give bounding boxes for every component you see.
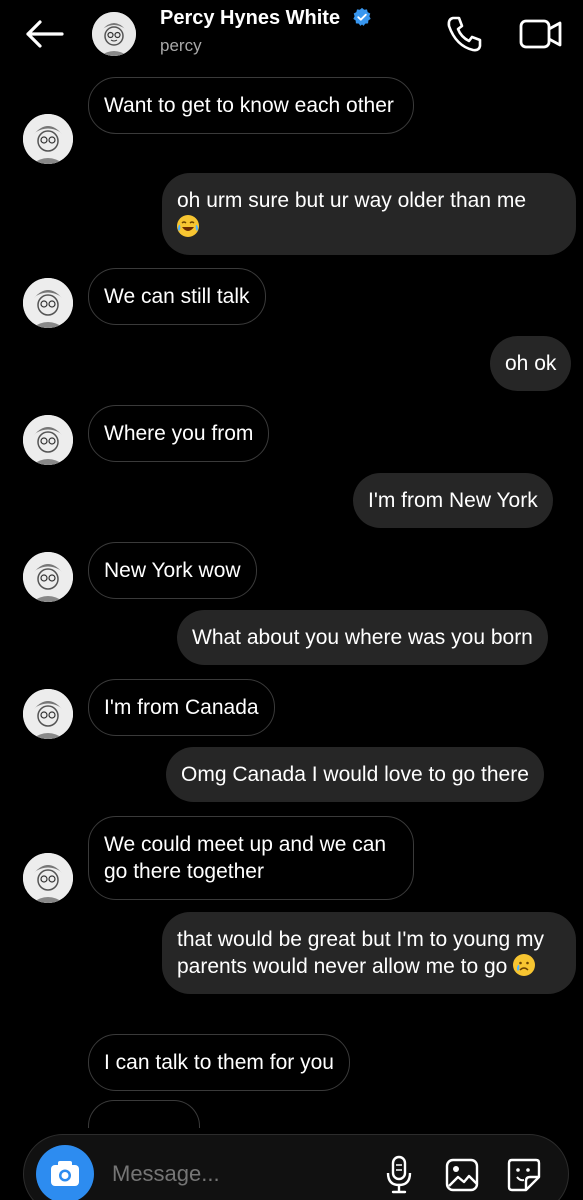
message-text: Omg Canada I would love to go there bbox=[181, 763, 529, 786]
crying-face-emoji-icon bbox=[513, 954, 536, 976]
message-bubble-incoming[interactable]: I can talk to them for you bbox=[88, 1034, 350, 1091]
message-bubble-outgoing[interactable]: What about you where was you born bbox=[177, 610, 548, 665]
message-bubble-outgoing[interactable]: oh ok bbox=[490, 336, 572, 391]
sender-avatar[interactable] bbox=[23, 689, 73, 739]
back-arrow-icon[interactable] bbox=[22, 18, 66, 50]
header-avatar[interactable] bbox=[92, 12, 136, 56]
sender-avatar[interactable] bbox=[23, 552, 73, 602]
message-bubble-incoming[interactable]: New York wow bbox=[88, 542, 257, 599]
message-bubble-incoming[interactable]: I'm from Canada bbox=[88, 679, 275, 736]
message-bubble-partial bbox=[88, 1100, 200, 1128]
message-bubble-incoming[interactable]: Where you from bbox=[88, 405, 270, 462]
microphone-icon[interactable] bbox=[384, 1155, 414, 1195]
message-text: oh urm sure but ur way older than me bbox=[177, 189, 527, 212]
camera-icon bbox=[51, 1161, 79, 1186]
message-bubble-outgoing[interactable]: I'm from New York bbox=[353, 473, 553, 528]
message-bubble-outgoing[interactable]: oh urm sure but ur way older than me bbox=[162, 173, 576, 255]
video-camera-icon[interactable] bbox=[518, 14, 564, 54]
sender-avatar[interactable] bbox=[23, 278, 73, 328]
message-text: What about you where was you born bbox=[192, 626, 533, 649]
message-bubble-outgoing[interactable]: that would be great but I'm to young my … bbox=[162, 912, 576, 994]
message-text: that would be great but I'm to young my … bbox=[177, 928, 545, 978]
message-bubble-outgoing[interactable]: Omg Canada I would love to go there bbox=[166, 747, 544, 802]
message-text: I'm from New York bbox=[368, 489, 538, 512]
message-text: Want to get to know each other bbox=[104, 94, 394, 117]
message-bubble-incoming[interactable]: We could meet up and we can go there tog… bbox=[88, 816, 414, 900]
message-text: I'm from Canada bbox=[104, 696, 259, 719]
contact-name[interactable]: Percy Hynes White bbox=[160, 7, 372, 30]
verified-badge-icon bbox=[352, 7, 371, 26]
message-composer bbox=[23, 1134, 569, 1200]
sticker-icon[interactable] bbox=[506, 1157, 542, 1193]
camera-button[interactable] bbox=[36, 1145, 94, 1200]
message-text: I can talk to them for you bbox=[104, 1051, 334, 1074]
message-text: We can still talk bbox=[104, 285, 250, 308]
phone-icon[interactable] bbox=[444, 14, 484, 54]
tears-of-joy-emoji-icon bbox=[177, 215, 199, 237]
chat-header: Percy Hynes White percy bbox=[0, 0, 583, 72]
message-bubble-incoming[interactable]: Want to get to know each other bbox=[88, 77, 414, 134]
message-text: We could meet up and we can go there tog… bbox=[104, 833, 387, 883]
sender-avatar[interactable] bbox=[23, 415, 73, 465]
contact-name-text: Percy Hynes White bbox=[160, 7, 341, 29]
contact-username: percy bbox=[160, 36, 202, 55]
message-input[interactable] bbox=[112, 1161, 362, 1187]
gallery-icon[interactable] bbox=[444, 1157, 480, 1193]
message-text: Where you from bbox=[104, 422, 254, 445]
sender-avatar[interactable] bbox=[23, 853, 73, 903]
sender-avatar[interactable] bbox=[23, 114, 73, 164]
message-bubble-incoming[interactable]: We can still talk bbox=[88, 268, 266, 325]
message-text: New York wow bbox=[104, 559, 241, 582]
message-text: oh ok bbox=[505, 352, 557, 375]
